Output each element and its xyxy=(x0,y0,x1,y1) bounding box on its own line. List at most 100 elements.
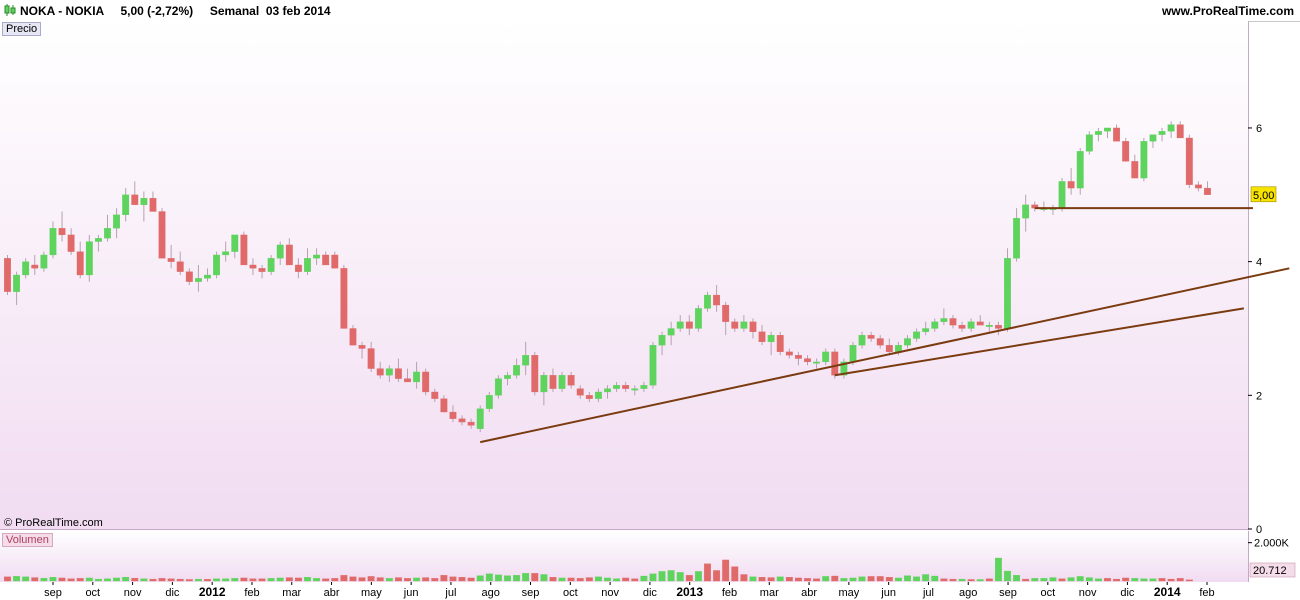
volume-bar xyxy=(367,576,375,582)
x-axis-label: sep xyxy=(522,587,540,599)
volume-bar xyxy=(894,577,902,582)
volume-bar xyxy=(804,578,811,582)
volume-panel-label: Volumen xyxy=(2,533,53,547)
volume-bar xyxy=(585,577,593,582)
candle-body xyxy=(794,355,802,359)
candle-body xyxy=(713,294,721,306)
candle-body xyxy=(4,258,11,292)
volume-bar xyxy=(1167,578,1175,582)
volume-bar xyxy=(404,578,411,582)
volume-bar xyxy=(685,575,693,582)
volume-bar xyxy=(104,578,111,582)
volume-bar xyxy=(67,578,75,582)
volume-bar xyxy=(985,578,993,582)
volume-bar xyxy=(604,577,611,582)
volume-bar xyxy=(613,578,621,582)
volume-bar xyxy=(540,574,548,582)
volume-bar xyxy=(922,574,930,582)
candle-body xyxy=(904,338,911,346)
candle-body xyxy=(604,388,611,393)
volume-bar xyxy=(913,576,921,582)
candle-body xyxy=(40,254,48,269)
volume-bar xyxy=(31,577,39,582)
candle-body xyxy=(394,368,402,379)
volume-bar xyxy=(931,575,939,582)
candle-body xyxy=(749,321,757,332)
candle-body xyxy=(122,194,130,215)
volume-bar xyxy=(594,576,602,582)
x-axis-label: 2013 xyxy=(676,585,703,599)
x-axis-label: jul xyxy=(444,587,456,599)
volume-bar xyxy=(94,578,102,582)
candle-body xyxy=(385,368,393,376)
candle-body xyxy=(31,264,39,269)
volume-bar xyxy=(58,577,66,582)
candle-body xyxy=(1013,218,1021,259)
candle-body xyxy=(1131,161,1139,179)
candle-body xyxy=(704,294,711,309)
volume-bar xyxy=(285,577,293,582)
volume-bar xyxy=(1104,578,1111,582)
trendline xyxy=(480,267,1290,444)
volume-bar xyxy=(994,557,1002,582)
x-axis-label: oct xyxy=(563,587,578,599)
volume-bar xyxy=(413,577,421,582)
last-volume-label: 20.712 xyxy=(1253,565,1287,577)
candle-body xyxy=(867,335,875,339)
candle-body xyxy=(76,251,84,276)
chart-canvas[interactable]: 0 2 4 6 5,00 2.000K 20.712 sep oct nov dic 2012 feb m… xyxy=(0,0,1300,600)
volume-bar xyxy=(576,578,584,582)
candle-body xyxy=(304,258,311,272)
volume-bar xyxy=(322,578,330,582)
volume-bar xyxy=(858,576,866,582)
volume-bar xyxy=(331,578,339,582)
volume-bar xyxy=(204,579,211,582)
volume-bar xyxy=(185,579,193,582)
volume-bar xyxy=(867,576,875,582)
x-axis-label: abr xyxy=(801,587,817,599)
candle-body xyxy=(113,214,121,229)
volume-bar xyxy=(776,576,784,582)
x-axis-label: jul xyxy=(922,587,934,599)
candle-body xyxy=(149,197,157,212)
candle-body xyxy=(740,321,748,329)
x-axis-label: dic xyxy=(165,587,180,599)
candle-body xyxy=(167,258,175,262)
candle-body xyxy=(1113,127,1121,142)
candle-body xyxy=(1176,124,1184,139)
candle-body xyxy=(594,391,602,399)
candle-body xyxy=(249,264,257,269)
x-axis-label: abr xyxy=(324,587,340,599)
volume-bar xyxy=(304,577,311,582)
candle-body xyxy=(49,228,57,256)
x-axis-label: oct xyxy=(85,587,100,599)
volume-bar xyxy=(1094,578,1102,582)
candle-body xyxy=(549,375,557,389)
volume-bar xyxy=(740,574,748,582)
volume-bar xyxy=(1085,577,1093,582)
volume-bar xyxy=(631,578,639,582)
candle-body xyxy=(694,308,702,329)
volume-bar xyxy=(1031,578,1039,582)
candle-body xyxy=(722,304,730,322)
volume-bar xyxy=(394,577,402,582)
candle-body xyxy=(1194,184,1202,189)
volume-bar xyxy=(1049,577,1057,582)
volume-bar xyxy=(1122,577,1130,582)
volume-bar xyxy=(876,576,884,582)
candle-body xyxy=(513,365,521,376)
volume-bar xyxy=(1176,578,1184,582)
x-axis-label: ago xyxy=(959,587,977,599)
candle-body xyxy=(1149,134,1157,142)
candle-body xyxy=(1185,137,1193,185)
candle-body xyxy=(367,348,375,369)
candle-body xyxy=(313,254,321,259)
volume-bar xyxy=(258,578,266,582)
volume-bar xyxy=(504,575,511,582)
candle-body xyxy=(613,385,621,389)
y-axis-tick-label: 6 xyxy=(1256,123,1262,135)
x-axis-label: jun xyxy=(880,587,896,599)
candle-body xyxy=(1022,204,1030,219)
candle-body xyxy=(13,274,21,292)
volume-bar xyxy=(213,578,221,582)
